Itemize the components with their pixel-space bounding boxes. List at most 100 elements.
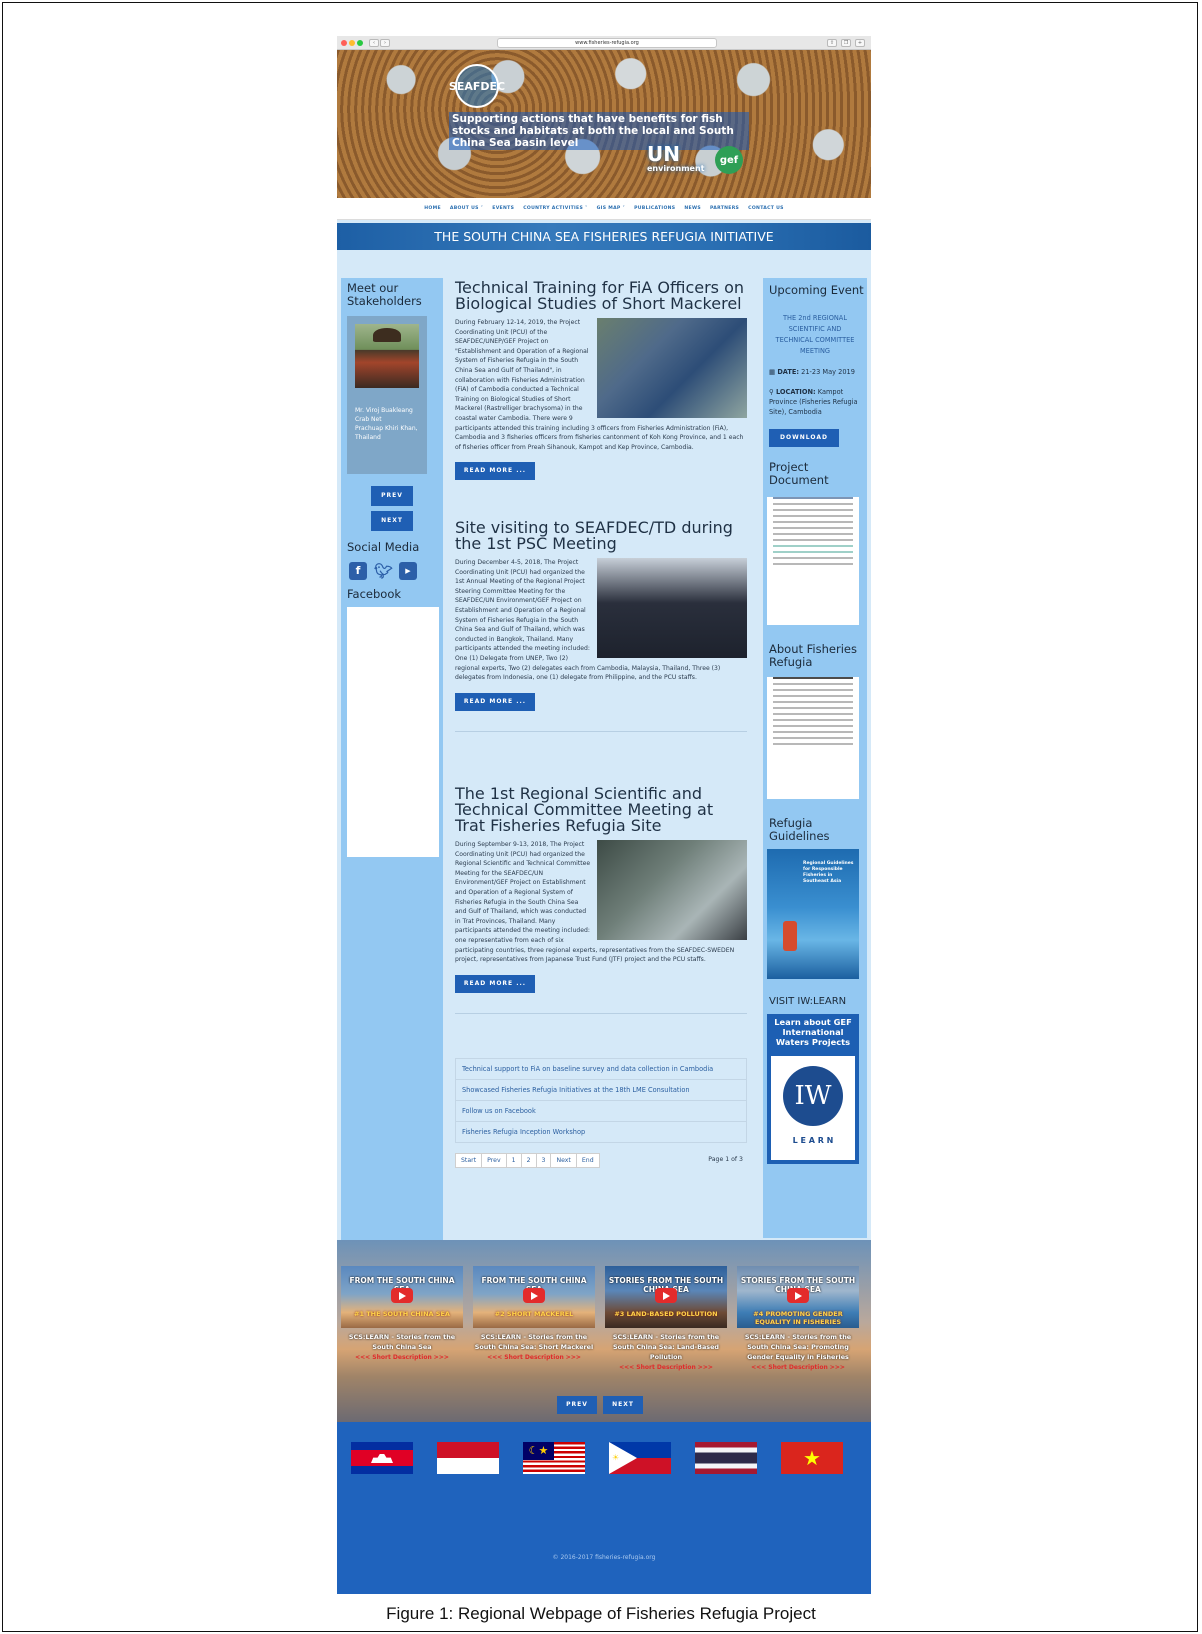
story-thumbnail[interactable]: FROM THE SOUTH CHINA SEA #1 THE SOUTH CH… [341, 1266, 463, 1328]
more-article-link[interactable]: Fisheries Refugia Inception Workshop [456, 1122, 746, 1142]
facebook-widget[interactable] [347, 607, 439, 857]
iw-logo-learn: L E A R N [792, 1136, 834, 1145]
pagination-next[interactable]: Next [550, 1153, 577, 1168]
article-body: During February 12-14, 2019, the Project… [455, 318, 747, 452]
minimize-window-icon[interactable] [349, 40, 355, 46]
about-refugia-thumbnail[interactable] [767, 677, 859, 799]
guidelines-cover[interactable]: Regional Guidelines for Responsible Fish… [767, 849, 859, 979]
flag-malaysia-icon[interactable]: ☾★ [523, 1442, 585, 1474]
malaysia-canton: ☾★ [523, 1442, 554, 1460]
nav-item-news[interactable]: NEWS [684, 206, 701, 211]
footer: ☾★ ☀ ★ © 2016-2017 fisheries-refugia.org [337, 1422, 871, 1594]
nav-item-partners[interactable]: PARTNERS [710, 206, 739, 211]
stakeholder-prev-button[interactable]: PREV [371, 486, 413, 506]
story-short-description[interactable]: <<< Short Description >>> [341, 1354, 463, 1361]
facebook-icon[interactable]: f [349, 562, 367, 580]
more-article-link[interactable]: Follow us on Facebook [456, 1101, 746, 1122]
story-thumbnail[interactable]: FROM THE SOUTH CHINA SEA #2 SHORT MACKER… [473, 1266, 595, 1328]
story-episode: #1 THE SOUTH CHINA SEA [354, 1310, 450, 1318]
story-card[interactable]: FROM THE SOUTH CHINA SEA #1 THE SOUTH CH… [341, 1266, 463, 1361]
nav-item-contact-us[interactable]: CONTACT US [748, 206, 784, 211]
pagination-page-3[interactable]: 3 [535, 1153, 552, 1168]
stories-prev-button[interactable]: PREV [557, 1396, 597, 1414]
download-button[interactable]: DOWNLOAD [769, 429, 839, 447]
flag-thailand-icon[interactable] [695, 1442, 757, 1474]
stakeholder-next-button[interactable]: NEXT [371, 511, 413, 531]
tabs-icon[interactable]: ❐ [841, 39, 851, 47]
story-caption[interactable]: SCS:LEARN - Stories from the South China… [341, 1332, 463, 1352]
nav-item-about-us[interactable]: ABOUT US ˅ [450, 206, 483, 211]
stakeholder-card: Mr. Viroj Buakleang Crab Net Prachuap Kh… [347, 316, 427, 474]
webpage-screenshot: ‹ › www.fisheries-refugia.org ⇧ ❐ + SEAF… [337, 36, 871, 1594]
story-caption[interactable]: SCS:LEARN - Stories from the South China… [737, 1332, 859, 1362]
right-sidebar: Upcoming Event THE 2nd REGIONAL SCIENTIF… [763, 278, 867, 1238]
play-icon[interactable] [391, 1288, 413, 1303]
article-title[interactable]: Technical Training for FiA Officers on B… [455, 280, 747, 312]
address-bar[interactable]: www.fisheries-refugia.org [497, 38, 717, 48]
back-icon[interactable]: ‹ [369, 39, 379, 47]
story-card[interactable]: FROM THE SOUTH CHINA SEA #2 SHORT MACKER… [473, 1266, 595, 1361]
article-title[interactable]: Site visiting to SEAFDEC/TD during the 1… [455, 520, 747, 552]
article: The 1st Regional Scientific and Technica… [455, 786, 747, 1058]
iw-learn-banner[interactable]: Learn about GEF International Waters Pro… [767, 1014, 859, 1164]
article-title[interactable]: The 1st Regional Scientific and Technica… [455, 786, 747, 834]
story-thumbnail[interactable]: STORIES FROM THE SOUTH CHINA SEA #3 LAND… [605, 1266, 727, 1328]
guidelines-cover-illustration [783, 921, 797, 951]
unep-logo-text: UN [647, 142, 680, 166]
project-document-thumbnail[interactable] [767, 497, 859, 625]
read-more-button[interactable]: READ MORE ... [455, 974, 535, 993]
article-photo-meeting[interactable] [597, 840, 747, 940]
flag-vietnam-icon[interactable]: ★ [781, 1442, 843, 1474]
youtube-icon[interactable]: ▶ [399, 562, 417, 580]
story-short-description[interactable]: <<< Short Description >>> [737, 1364, 859, 1371]
article-photo-training[interactable] [597, 318, 747, 418]
play-icon[interactable] [787, 1288, 809, 1303]
iw-learn-logo: IW L E A R N [771, 1056, 855, 1160]
stakeholder-gear: Crab Net [355, 416, 382, 423]
article-photo-group[interactable] [597, 558, 747, 658]
forward-icon[interactable]: › [380, 39, 390, 47]
story-card[interactable]: STORIES FROM THE SOUTH CHINA SEA #3 LAND… [605, 1266, 727, 1371]
read-more-button[interactable]: READ MORE ... [455, 462, 535, 481]
flag-philippines-icon[interactable]: ☀ [609, 1442, 671, 1474]
share-icon[interactable]: ⇧ [827, 39, 837, 47]
stories-next-button[interactable]: NEXT [603, 1396, 643, 1414]
nav-item-home[interactable]: HOME [424, 206, 441, 211]
twitter-icon[interactable]: 🐦︎ [374, 562, 393, 580]
play-icon[interactable] [655, 1288, 677, 1303]
iw-logo-circle: IW [783, 1066, 843, 1126]
nav-item-country-activities[interactable]: COUNTRY ACTIVITIES ˅ [523, 206, 587, 211]
close-window-icon[interactable] [341, 40, 347, 46]
guidelines-cover-title: Regional Guidelines for Responsible Fish… [803, 861, 854, 884]
map-pin-icon: ⚲ [769, 388, 776, 396]
story-short-description[interactable]: <<< Short Description >>> [473, 1354, 595, 1361]
story-thumbnail[interactable]: STORIES FROM THE SOUTH CHINA SEA #4 PROM… [737, 1266, 859, 1328]
story-short-description[interactable]: <<< Short Description >>> [605, 1364, 727, 1371]
pagination-prev[interactable]: Prev [481, 1153, 507, 1168]
nav-item-gis-map[interactable]: GIS MAP ˅ [597, 206, 625, 211]
nav-item-events[interactable]: EVENTS [492, 206, 514, 211]
story-caption[interactable]: SCS:LEARN - Stories from the South China… [605, 1332, 727, 1362]
article: Site visiting to SEAFDEC/TD during the 1… [455, 520, 747, 786]
more-articles-list: Technical support to FiA on baseline sur… [455, 1058, 747, 1143]
story-episode: #3 LAND-BASED POLLUTION [614, 1310, 718, 1318]
more-article-link[interactable]: Technical support to FiA on baseline sur… [456, 1059, 746, 1080]
add-tab-icon[interactable]: + [855, 39, 865, 47]
story-caption[interactable]: SCS:LEARN - Stories from the South China… [473, 1332, 595, 1352]
more-article-link[interactable]: Showcased Fisheries Refugia Initiatives … [456, 1080, 746, 1101]
refugia-guidelines-title: Refugia Guidelines [769, 816, 830, 843]
pagination-page-1[interactable]: 1 [505, 1153, 522, 1168]
read-more-button[interactable]: READ MORE ... [455, 692, 535, 711]
pagination-start[interactable]: Start [455, 1153, 483, 1168]
copyright: © 2016-2017 fisheries-refugia.org [552, 1554, 656, 1561]
flag-cambodia-icon[interactable] [351, 1442, 413, 1474]
maximize-window-icon[interactable] [357, 40, 363, 46]
story-card[interactable]: STORIES FROM THE SOUTH CHINA SEA #4 PROM… [737, 1266, 859, 1371]
flag-indonesia-icon[interactable] [437, 1442, 499, 1474]
story-episode: #4 PROMOTING GENDER EQUALITY IN FISHERIE… [753, 1310, 843, 1326]
about-fisheries-refugia-title: About Fisheries Refugia [769, 642, 857, 669]
pagination-page-2[interactable]: 2 [520, 1153, 537, 1168]
play-icon[interactable] [523, 1288, 545, 1303]
pagination-end[interactable]: End [575, 1153, 600, 1168]
nav-item-publications[interactable]: PUBLICATIONS [634, 206, 675, 211]
